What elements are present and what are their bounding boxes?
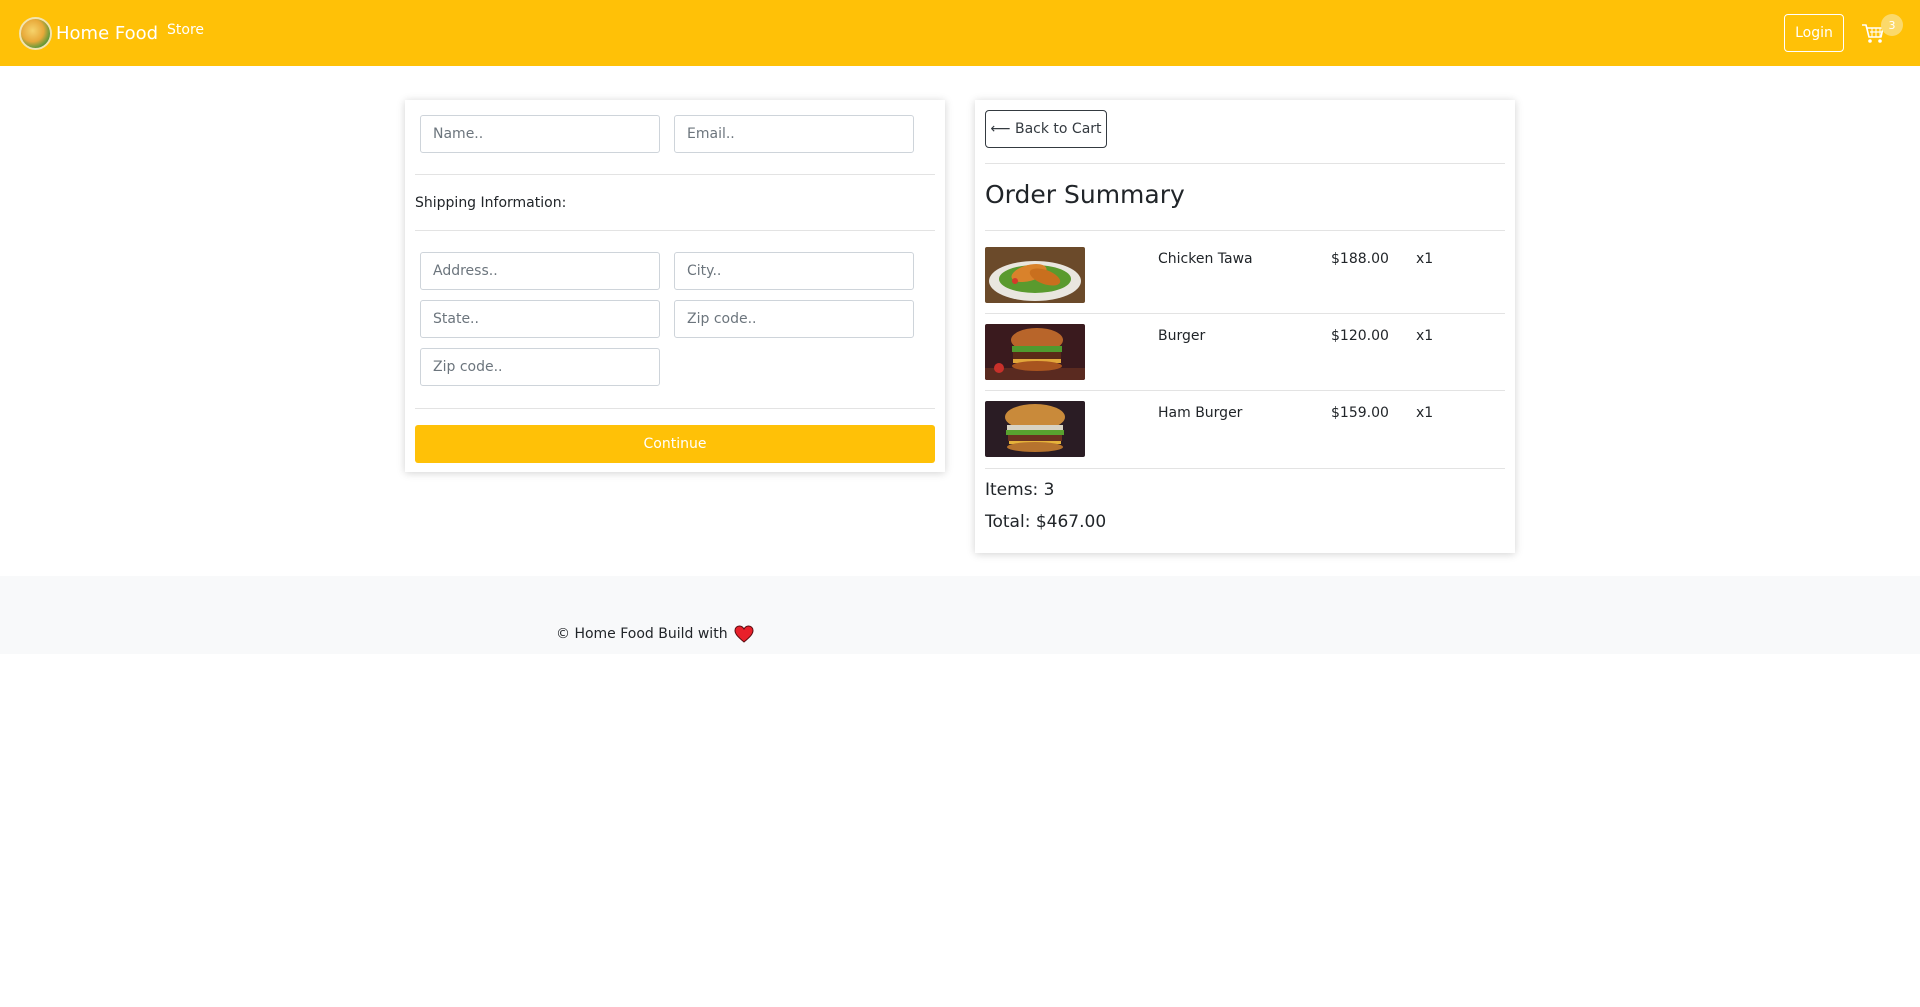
order-summary-title: Order Summary (985, 180, 1185, 209)
burger-image (985, 324, 1085, 380)
order-summary-card: ⟵ Back to Cart Order Summary Chicken Taw… (975, 100, 1515, 553)
brand-logo (19, 16, 52, 50)
divider (985, 468, 1505, 469)
address-input[interactable] (420, 252, 660, 290)
brand-link[interactable]: Home Food (19, 15, 158, 51)
item-name: Burger (1158, 328, 1206, 344)
divider (985, 313, 1505, 314)
checkout-form-card: Shipping Information: Continue (405, 100, 945, 472)
divider (415, 174, 935, 175)
footer-credit: © Home Food Build with (556, 625, 754, 643)
item-name: Ham Burger (1158, 405, 1243, 421)
divider (415, 408, 935, 409)
chicken-tawa-image (985, 247, 1085, 303)
item-name: Chicken Tawa (1158, 251, 1253, 267)
item-price: $188.00 (1331, 251, 1389, 267)
item-price: $120.00 (1331, 328, 1389, 344)
item-price: $159.00 (1331, 405, 1389, 421)
back-to-cart-button[interactable]: ⟵ Back to Cart (985, 110, 1107, 148)
name-input[interactable] (420, 115, 660, 153)
zip-code-input[interactable] (674, 300, 914, 338)
state-input[interactable] (420, 300, 660, 338)
divider (415, 230, 935, 231)
divider (985, 230, 1505, 231)
divider (985, 390, 1505, 391)
cart-count-badge: 3 (1881, 14, 1903, 36)
item-quantity: x1 (1416, 328, 1434, 344)
footer-text: © Home Food Build with (556, 626, 728, 642)
footer: © Home Food Build with (0, 576, 1920, 654)
shipping-info-label: Shipping Information: (415, 195, 567, 211)
item-quantity: x1 (1416, 251, 1434, 267)
order-total: Total: $467.00 (985, 512, 1107, 532)
city-input[interactable] (674, 252, 914, 290)
ham-burger-image (985, 401, 1085, 457)
continue-button[interactable]: Continue (415, 425, 935, 463)
cart-button[interactable]: 3 (1858, 14, 1903, 50)
items-count: Items: 3 (985, 480, 1055, 500)
order-item-row: Ham Burger $159.00 x1 (985, 401, 1505, 478)
brand-name: Home Food (56, 22, 159, 44)
email-input[interactable] (674, 115, 914, 153)
login-button[interactable]: Login (1784, 14, 1844, 52)
item-quantity: x1 (1416, 405, 1434, 421)
divider (985, 163, 1505, 164)
zip-code-input-2[interactable] (420, 348, 660, 386)
nav-store-link[interactable]: Store (167, 22, 204, 38)
navbar: Home Food Store Login 3 (0, 0, 1920, 66)
heart-icon (734, 625, 754, 643)
